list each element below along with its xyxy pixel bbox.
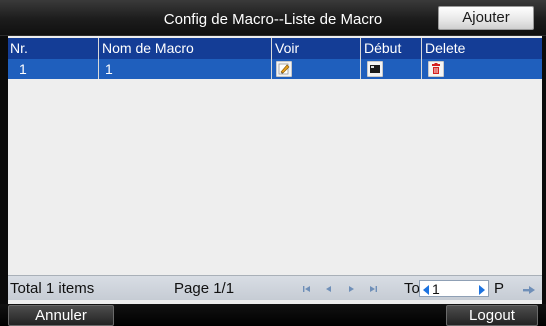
cell-macro-name: 1 bbox=[98, 59, 271, 79]
title-bar: Config de Macro--Liste de Macro Ajouter bbox=[0, 0, 546, 36]
column-header-start: Début bbox=[360, 38, 421, 59]
macro-list-panel: Nr. Nom de Macro Voir Début Delete 1 1 T… bbox=[8, 36, 542, 304]
pagination-bar: Total 1 items Page 1/1 To 1 P bbox=[8, 275, 542, 300]
table-header: Nr. Nom de Macro Voir Début Delete bbox=[8, 38, 542, 59]
page-number-input[interactable] bbox=[432, 281, 478, 296]
column-header-macro-name: Nom de Macro bbox=[98, 38, 271, 59]
page-decrement-icon[interactable] bbox=[421, 283, 431, 295]
page-increment-icon[interactable] bbox=[477, 283, 487, 295]
page-unit-label: P bbox=[494, 280, 505, 297]
next-page-icon[interactable] bbox=[344, 282, 358, 296]
bottom-bar: Annuler Logout bbox=[0, 304, 546, 326]
cell-start bbox=[360, 59, 421, 79]
table-row[interactable]: 1 1 bbox=[8, 59, 542, 79]
go-arrow-icon[interactable] bbox=[522, 283, 536, 295]
prev-page-icon[interactable] bbox=[322, 282, 336, 296]
trash-icon[interactable] bbox=[428, 61, 444, 77]
cell-view bbox=[271, 59, 360, 79]
play-icon[interactable] bbox=[367, 61, 383, 77]
add-macro-button[interactable]: Ajouter bbox=[438, 6, 534, 30]
column-header-number: Nr. bbox=[10, 40, 28, 56]
app-window: Config de Macro--Liste de Macro Ajouter … bbox=[0, 0, 546, 326]
cell-delete bbox=[421, 59, 542, 79]
logout-button[interactable]: Logout bbox=[446, 305, 538, 326]
column-header-view: Voir bbox=[271, 38, 360, 59]
page-indicator: Page 1/1 bbox=[174, 280, 235, 297]
cancel-button[interactable]: Annuler bbox=[8, 305, 114, 326]
cell-number: 1 bbox=[19, 61, 27, 77]
total-items: Total 1 items bbox=[10, 280, 95, 297]
column-header-delete: Delete bbox=[421, 38, 542, 59]
first-page-icon[interactable] bbox=[300, 282, 314, 296]
goto-label: To bbox=[404, 280, 420, 297]
edit-icon[interactable] bbox=[276, 61, 292, 77]
last-page-icon[interactable] bbox=[366, 282, 380, 296]
page-spinner bbox=[419, 280, 489, 297]
